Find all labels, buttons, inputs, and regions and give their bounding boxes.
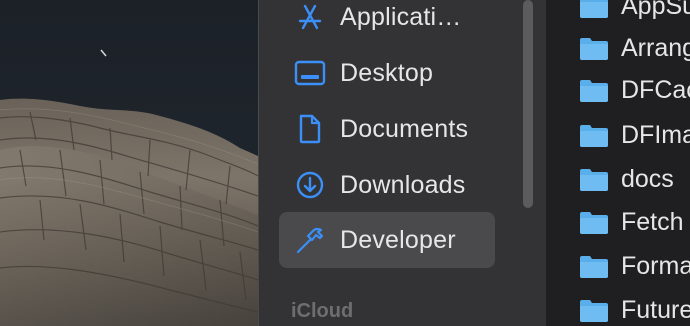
- desktop-wallpaper: [0, 0, 258, 326]
- document-icon: [293, 112, 327, 146]
- finder-window-fragment: Applicati… Desktop Documents Downloads D…: [0, 0, 690, 326]
- file-name: DFIma: [621, 120, 690, 149]
- downloads-icon: [293, 168, 327, 202]
- folder-icon: [579, 209, 609, 235]
- sidebar-item-label: Developer: [340, 225, 456, 254]
- file-list: AppSu Arrang DFCac DFIma docs: [546, 0, 690, 326]
- finder-sidebar: Applicati… Desktop Documents Downloads D…: [258, 0, 547, 326]
- folder-icon: [579, 253, 609, 279]
- sidebar-item-applications[interactable]: Applicati…: [279, 0, 495, 45]
- sidebar-item-label: Documents: [340, 114, 469, 143]
- hammer-icon: [293, 223, 327, 257]
- folder-icon: [579, 0, 609, 19]
- rock-landscape-image: [0, 49, 258, 326]
- sidebar-item-desktop[interactable]: Desktop: [279, 45, 495, 101]
- file-name: Fetch: [621, 207, 684, 236]
- folder-icon: [579, 297, 609, 323]
- applications-icon: [293, 0, 327, 34]
- sidebar-item-developer[interactable]: Developer: [279, 212, 495, 268]
- sidebar-item-documents[interactable]: Documents: [279, 101, 495, 157]
- file-name: Arrang: [621, 33, 690, 62]
- sidebar-item-label: Desktop: [340, 58, 434, 87]
- file-name: docs: [621, 164, 674, 193]
- sidebar-item-label: Applicati…: [340, 2, 462, 31]
- file-name: DFCac: [621, 75, 690, 104]
- desktop-icon: [293, 56, 327, 90]
- sidebar-section-icloud: iCloud: [291, 300, 354, 322]
- file-name: AppSu: [621, 0, 690, 20]
- folder-icon: [579, 122, 609, 148]
- folder-icon: [579, 35, 609, 61]
- sidebar-item-downloads[interactable]: Downloads: [279, 157, 495, 213]
- folder-icon: [579, 166, 609, 192]
- sidebar-scrollbar[interactable]: [523, 0, 533, 208]
- list-item[interactable]: Future: [546, 282, 690, 326]
- file-name: Future: [621, 295, 690, 324]
- folder-icon: [579, 77, 609, 103]
- sidebar-item-label: Downloads: [340, 170, 466, 199]
- file-name: Forma: [621, 251, 690, 280]
